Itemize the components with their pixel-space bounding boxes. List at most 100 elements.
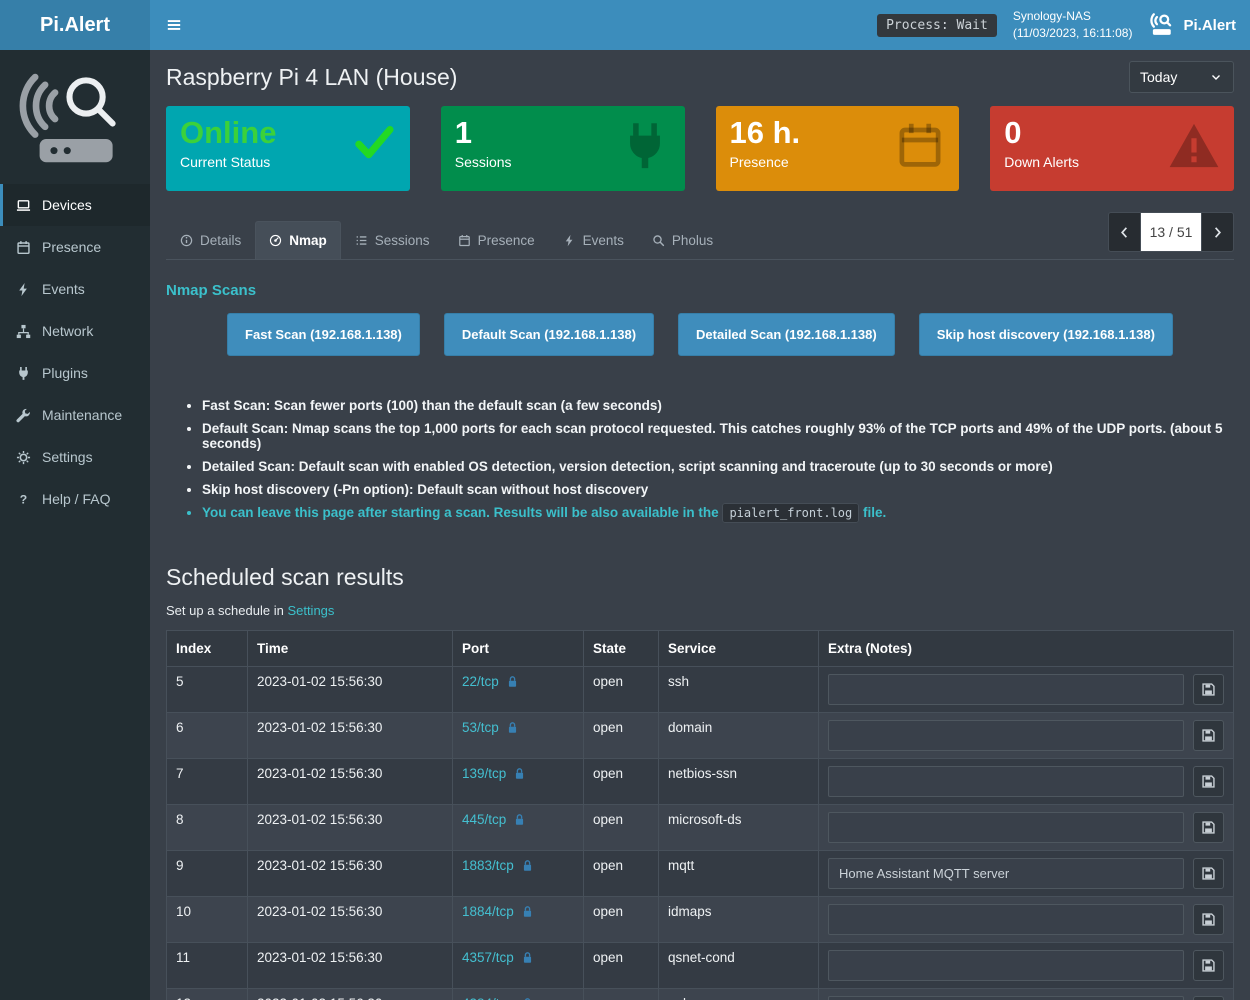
- lock-icon: [513, 767, 526, 780]
- cell-index: 11: [167, 943, 248, 989]
- tab-sessions[interactable]: Sessions: [341, 221, 444, 259]
- scan-button-default[interactable]: Default Scan (192.168.1.138): [444, 313, 654, 356]
- lock-icon: [521, 905, 534, 918]
- note-input[interactable]: [828, 904, 1184, 935]
- page-title: Raspberry Pi 4 LAN (House): [166, 64, 457, 91]
- cell-service: unknown: [659, 989, 819, 1000]
- save-note-button[interactable]: [1193, 904, 1224, 935]
- sidebar-toggle-button[interactable]: [150, 0, 198, 50]
- port-link[interactable]: 4357/tcp: [462, 950, 534, 965]
- note-input[interactable]: [828, 858, 1184, 889]
- pager-next-button[interactable]: [1201, 212, 1234, 252]
- save-note-button[interactable]: [1193, 720, 1224, 751]
- tab-nmap[interactable]: Nmap: [255, 221, 341, 259]
- sidebar-item-events[interactable]: Events: [0, 268, 150, 310]
- scan-description-item: Skip host discovery (-Pn option): Defaul…: [202, 482, 1234, 497]
- tab-details[interactable]: Details: [166, 221, 255, 259]
- sidebar-item-label: Settings: [42, 449, 93, 465]
- events-icon: [16, 282, 31, 297]
- save-note-button[interactable]: [1193, 858, 1224, 889]
- lock-icon: [506, 721, 519, 734]
- port-text: 4384/tcp: [462, 996, 514, 1000]
- layout: DevicesPresenceEventsNetworkPluginsMaint…: [0, 50, 1250, 1000]
- lock-icon: [521, 951, 534, 964]
- status-card-sessions: 1Sessions: [441, 106, 685, 191]
- note-input[interactable]: [828, 720, 1184, 751]
- note-input[interactable]: [828, 996, 1184, 1000]
- sidebar-item-maintenance[interactable]: Maintenance: [0, 394, 150, 436]
- table-row: 72023-01-02 15:56:30139/tcpopennetbios-s…: [167, 759, 1234, 805]
- tab-presence[interactable]: Presence: [444, 221, 549, 259]
- period-select[interactable]: Today: [1129, 61, 1234, 93]
- hamburger-icon: [165, 16, 183, 34]
- port-link[interactable]: 139/tcp: [462, 766, 526, 781]
- tab-pholus[interactable]: Pholus: [638, 221, 727, 259]
- save-note-button[interactable]: [1193, 812, 1224, 843]
- cell-note: [819, 851, 1234, 897]
- sidebar-item-presence[interactable]: Presence: [0, 226, 150, 268]
- scan-button-detailed[interactable]: Detailed Scan (192.168.1.138): [678, 313, 895, 356]
- scan-button-fast[interactable]: Fast Scan (192.168.1.138): [227, 313, 420, 356]
- cell-state: open: [584, 851, 659, 897]
- port-link[interactable]: 22/tcp: [462, 674, 519, 689]
- table-header-row: IndexTimePortStateServiceExtra (Notes): [167, 631, 1234, 667]
- devices-icon: [15, 198, 32, 213]
- cell-state: open: [584, 713, 659, 759]
- cell-index: 9: [167, 851, 248, 897]
- tab-label: Nmap: [289, 233, 327, 248]
- save-note-button[interactable]: [1193, 674, 1224, 705]
- sidebar-item-settings[interactable]: Settings: [0, 436, 150, 478]
- router-icon: [1148, 12, 1174, 38]
- sidebar-item-plugins[interactable]: Plugins: [0, 352, 150, 394]
- port-link[interactable]: 53/tcp: [462, 720, 519, 735]
- cell-service: netbios-ssn: [659, 759, 819, 805]
- plugins-icon: [16, 366, 31, 381]
- cell-note: [819, 759, 1234, 805]
- note-input[interactable]: [828, 674, 1184, 705]
- cell-time: 2023-01-02 15:56:30: [248, 989, 453, 1000]
- note-input[interactable]: [828, 766, 1184, 797]
- cell-note: [819, 667, 1234, 713]
- cell-index: 7: [167, 759, 248, 805]
- table-row: 92023-01-02 15:56:301883/tcpopenmqtt: [167, 851, 1234, 897]
- scan-note: You can leave this page after starting a…: [202, 505, 1234, 520]
- main-header: Raspberry Pi 4 LAN (House) Today: [166, 61, 1234, 93]
- tabs: Details Nmap Sessions PresenceEventsPholus: [166, 221, 727, 259]
- cell-state: open: [584, 897, 659, 943]
- app-logo[interactable]: Pi.Alert: [0, 0, 150, 50]
- pager-prev-button[interactable]: [1108, 212, 1141, 252]
- hamburger-icon: [165, 16, 183, 34]
- note-input[interactable]: [828, 950, 1184, 981]
- sidebar: Devices Presence EventsNetworkPlugins Maint…: [0, 50, 150, 1000]
- settings-link[interactable]: Settings: [287, 603, 334, 618]
- scan-button-skip[interactable]: Skip host discovery (192.168.1.138): [919, 313, 1173, 356]
- tab-label: Sessions: [375, 233, 430, 248]
- cell-note: [819, 989, 1234, 1000]
- save-note-button[interactable]: [1193, 950, 1224, 981]
- save-note-button[interactable]: [1193, 996, 1224, 1000]
- lock-icon: [513, 813, 526, 826]
- sidebar-item-devices[interactable]: Devices: [0, 184, 150, 226]
- cell-time: 2023-01-02 15:56:30: [248, 759, 453, 805]
- calendar-icon: [895, 120, 945, 170]
- tab-events[interactable]: Events: [549, 221, 638, 259]
- nmap-scans-heading: Nmap Scans: [166, 282, 1234, 299]
- sidebar-item-label: Presence: [42, 239, 101, 255]
- lock-icon: [513, 813, 526, 826]
- port-text: 139/tcp: [462, 766, 506, 781]
- save-icon: [1201, 682, 1216, 697]
- port-link[interactable]: 445/tcp: [462, 812, 526, 827]
- column-header-extra-notes: Extra (Notes): [819, 631, 1234, 667]
- sidebar-item-network[interactable]: Network: [0, 310, 150, 352]
- port-link[interactable]: 4384/tcp: [462, 996, 534, 1000]
- port-link[interactable]: 1884/tcp: [462, 904, 534, 919]
- sidebar-item-help-faq[interactable]: ?Help / FAQ: [0, 478, 150, 520]
- save-note-button[interactable]: [1193, 766, 1224, 797]
- cell-port: 22/tcp: [453, 667, 584, 713]
- sidebar-item-label: Maintenance: [42, 407, 122, 423]
- port-link[interactable]: 1883/tcp: [462, 858, 534, 873]
- cell-port: 4384/tcp: [453, 989, 584, 1000]
- table-row: 102023-01-02 15:56:301884/tcpopenidmaps: [167, 897, 1234, 943]
- brand-link[interactable]: Pi.Alert: [1148, 12, 1236, 38]
- note-input[interactable]: [828, 812, 1184, 843]
